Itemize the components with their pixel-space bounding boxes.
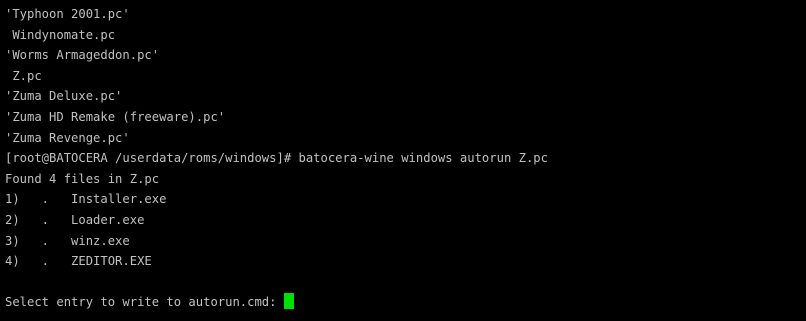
output-line: 'Zuma Revenge.pc' [5,130,130,145]
output-line: Z.pc [5,68,42,83]
output-line: Found 4 files in Z.pc [5,171,160,186]
output-line: Windynomate.pc [5,27,116,42]
menu-option-2: 2) . Loader.exe [5,212,145,227]
text-cursor[interactable] [283,293,294,310]
command-line: [root@BATOCERA /userdata/roms/windows]# … [5,151,548,166]
input-prompt-row[interactable]: Select entry to write to autorun.cmd: [5,292,806,313]
menu-option-4: 4) . ZEDITOR.EXE [5,254,152,269]
input-prompt: Select entry to write to autorun.cmd: [5,295,284,310]
output-line: 'Zuma Deluxe.pc' [5,89,123,104]
output-line: 'Worms Armageddon.pc' [5,48,160,63]
menu-option-1: 1) . Installer.exe [5,192,167,207]
output-line: 'Zuma HD Remake (freeware).pc' [5,109,226,124]
terminal-window[interactable]: 'Typhoon 2001.pc' Windynomate.pc 'Worms … [0,0,806,321]
output-line: 'Typhoon 2001.pc' [5,7,130,21]
menu-option-3: 3) . winz.exe [5,233,130,248]
